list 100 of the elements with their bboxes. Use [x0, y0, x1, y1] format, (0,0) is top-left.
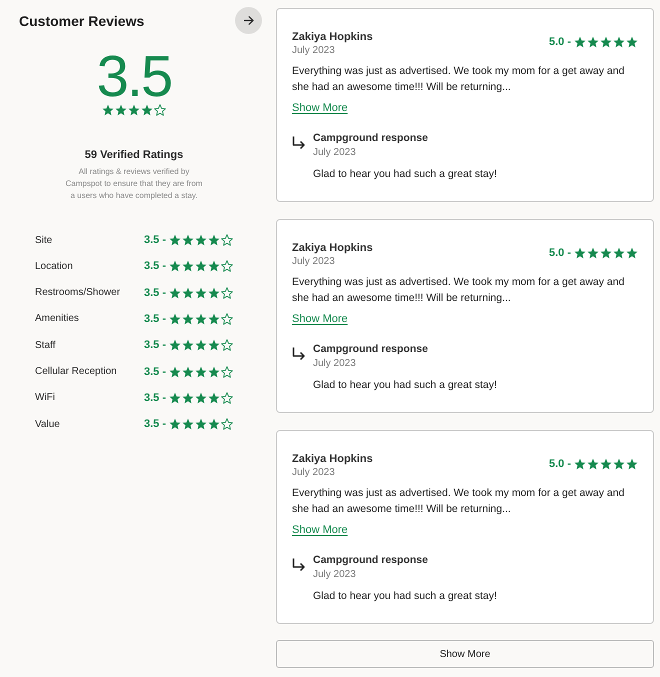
review-text: Everything was just as advertised. We took my mom for a get away and she had an awesome time!!! Will be returning...: [292, 486, 626, 517]
star-outline-icon: [221, 286, 234, 299]
response-date: July 2023: [313, 569, 357, 581]
category-label: WiFi: [35, 392, 56, 404]
category-label: Amenities: [35, 313, 80, 324]
star-icon: [613, 458, 625, 470]
category-label: Restrooms/Shower: [35, 287, 122, 298]
next-button[interactable]: [235, 7, 262, 34]
star-outline-icon: [221, 260, 234, 272]
reply-arrow-icon: [292, 136, 305, 149]
star-icon: [587, 247, 599, 259]
category-score: 3.5 -: [144, 312, 166, 325]
star-icon: [208, 339, 220, 352]
show-more-link[interactable]: Show More: [292, 102, 348, 114]
star-icon: [169, 234, 182, 246]
category-score: 3.5 -: [144, 418, 166, 430]
star-icon: [208, 366, 220, 378]
review-date: July 2023: [292, 45, 336, 57]
reviewer-name: Zakiya Hopkins: [292, 242, 373, 254]
star-icon: [208, 418, 220, 430]
star-icon: [169, 339, 182, 352]
star-icon: [169, 286, 182, 299]
star-icon: [208, 392, 220, 404]
star-icon: [626, 458, 638, 470]
star-icon: [169, 312, 182, 325]
star-icon: [182, 286, 194, 299]
response-text: Glad to hear you had such a great stay!: [313, 589, 497, 603]
star-icon: [182, 234, 194, 246]
category-label: Value: [35, 418, 61, 430]
show-more-link[interactable]: Show More: [292, 524, 348, 536]
reply-arrow-icon: [292, 347, 305, 360]
reply-arrow-icon: [292, 558, 305, 571]
arrow-right-icon: [244, 16, 254, 25]
review-score: 5.0 -: [548, 247, 571, 259]
reviewer-name: Zakiya Hopkins: [292, 31, 373, 43]
category-score: 3.5 -: [144, 286, 166, 299]
review-score: 5.0 -: [548, 36, 571, 48]
star-outline-icon: [221, 392, 234, 404]
section-title: Customer Reviews: [19, 12, 144, 28]
show-more-button[interactable]: Show More: [276, 640, 654, 668]
response-text: Glad to hear you had such a great stay!: [313, 378, 497, 392]
show-more-link[interactable]: Show More: [292, 313, 348, 325]
star-icon: [169, 366, 182, 378]
star-icon: [182, 392, 194, 404]
star-icon: [587, 36, 599, 48]
category-score: 3.5 -: [144, 339, 166, 352]
star-icon: [102, 104, 114, 116]
response-title: Campground response: [313, 343, 429, 356]
response-title: Campground response: [313, 554, 429, 567]
star-icon: [208, 286, 220, 299]
category-label: Staff: [35, 340, 56, 351]
category-score: 3.5 -: [144, 366, 166, 378]
star-icon: [195, 312, 208, 325]
star-icon: [182, 339, 194, 352]
star-icon: [626, 36, 638, 48]
star-icon: [195, 286, 208, 299]
response-date: July 2023: [313, 147, 357, 159]
star-icon: [182, 418, 194, 430]
star-icon: [600, 458, 612, 470]
star-icon: [613, 36, 625, 48]
star-icon: [115, 104, 127, 116]
star-icon: [600, 36, 612, 48]
star-icon: [208, 312, 220, 325]
category-label: Location: [35, 260, 74, 272]
star-icon: [574, 458, 586, 470]
star-icon: [600, 247, 612, 259]
response-date: July 2023: [313, 358, 357, 370]
star-outline-icon: [154, 104, 166, 116]
category-label: Site: [35, 234, 54, 246]
star-outline-icon: [221, 418, 234, 430]
star-icon: [169, 392, 182, 404]
star-icon: [195, 418, 208, 430]
overall-rating: 3.5: [96, 50, 172, 104]
category-score: 3.5 -: [144, 234, 166, 246]
star-icon: [182, 260, 194, 272]
review-text: Everything was just as advertised. We took my mom for a get away and she had an awesome time!!! Will be returning...: [292, 64, 626, 95]
star-icon: [169, 418, 182, 430]
review-date: July 2023: [292, 256, 336, 268]
star-icon: [169, 260, 182, 272]
star-icon: [195, 392, 208, 404]
star-icon: [613, 247, 625, 259]
star-icon: [182, 366, 194, 378]
star-icon: [182, 312, 194, 325]
star-icon: [574, 247, 586, 259]
star-outline-icon: [221, 312, 234, 325]
reviewer-name: Zakiya Hopkins: [292, 453, 373, 465]
response-text: Glad to hear you had such a great stay!: [313, 167, 497, 181]
category-score: 3.5 -: [144, 392, 166, 404]
response-title: Campground response: [313, 132, 429, 145]
category-score: 3.5 -: [144, 260, 166, 272]
star-icon: [128, 104, 140, 116]
star-icon: [626, 247, 638, 259]
star-icon: [195, 339, 208, 352]
star-icon: [195, 234, 208, 246]
star-icon: [141, 104, 153, 116]
review-date: July 2023: [292, 467, 336, 479]
review-score: 5.0 -: [548, 458, 571, 470]
category-label: Cellular Reception: [35, 366, 118, 378]
review-text: Everything was just as advertised. We took my mom for a get away and she had an awesome time!!! Will be returning...: [292, 275, 626, 306]
star-icon: [195, 260, 208, 272]
